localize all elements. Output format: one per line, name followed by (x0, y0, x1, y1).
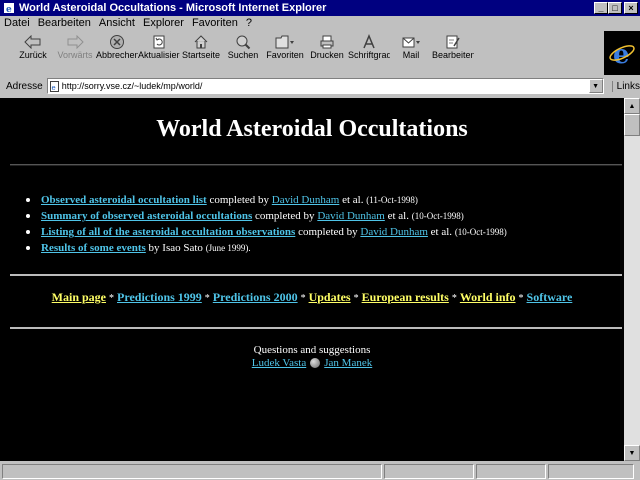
menu-datei[interactable]: Datei (4, 17, 30, 29)
mail-ball-icon (310, 358, 321, 369)
author-link[interactable]: David Dunham (317, 210, 385, 222)
date: (11-Oct-1998) (366, 195, 418, 205)
svg-text:e: e (51, 84, 55, 92)
status-cell (476, 463, 546, 479)
forward-button[interactable]: Vorwärts (54, 31, 96, 75)
bullet (26, 214, 30, 219)
vertical-scrollbar[interactable]: ▲ ▼ (624, 98, 640, 461)
list-item: Observed asteroidal occultation list com… (26, 192, 507, 208)
links-button[interactable]: Links (611, 80, 640, 92)
divider (10, 274, 622, 276)
address-input[interactable] (59, 81, 590, 91)
nav-european-results[interactable]: European results (362, 290, 449, 304)
contact-link-ludek[interactable]: Ludek Vasta (252, 357, 306, 369)
scroll-thumb[interactable] (624, 114, 640, 136)
mail-icon (401, 33, 421, 51)
refresh-icon (149, 33, 169, 51)
home-icon (191, 33, 211, 51)
back-button[interactable]: Zurück (12, 31, 54, 75)
occultation-links-list: Observed asteroidal occultation list com… (26, 192, 507, 256)
favorites-button[interactable]: Favoriten (264, 31, 306, 75)
menu-help[interactable]: ? (246, 17, 252, 29)
address-dropdown-button[interactable]: ▼ (588, 79, 603, 93)
refresh-button[interactable]: Aktualisieren (138, 31, 180, 75)
ie-page-icon: e (2, 1, 16, 15)
nav-updates[interactable]: Updates (309, 290, 351, 304)
page-icon: e (49, 81, 60, 92)
footer: Questions and suggestions Ludek Vasta Jan… (0, 344, 624, 369)
print-button[interactable]: Drucken (306, 31, 348, 75)
nav-software[interactable]: Software (527, 290, 573, 304)
status-cell (548, 463, 634, 479)
close-button[interactable]: × (624, 2, 638, 14)
nav-predictions-1999[interactable]: Predictions 1999 (117, 290, 202, 304)
page-content: World Asteroidal Occultations Observed a… (0, 98, 624, 461)
menu-ansicht[interactable]: Ansicht (99, 17, 135, 29)
bullet (26, 230, 30, 235)
author-link[interactable]: David Dunham (272, 194, 340, 206)
printer-icon (317, 33, 337, 51)
results-link[interactable]: Results of some events (41, 242, 146, 254)
scroll-up-button[interactable]: ▲ (624, 98, 640, 114)
address-bar: Adresse e ▼ Links (0, 76, 640, 96)
author-link[interactable]: David Dunham (360, 226, 428, 238)
search-button[interactable]: Suchen (222, 31, 264, 75)
address-label: Adresse (6, 80, 43, 92)
back-arrow-icon (23, 33, 43, 51)
status-cell (2, 463, 382, 479)
listing-link[interactable]: Listing of all of the asteroidal occulta… (41, 226, 295, 238)
minimize-button[interactable]: _ (594, 2, 608, 14)
nav-world-info[interactable]: World info (460, 290, 516, 304)
date: (10-Oct-1998) (411, 211, 464, 221)
nav-main-page[interactable]: Main page (52, 290, 106, 304)
menu-bar: Datei Bearbeiten Ansicht Explorer Favori… (0, 16, 608, 30)
mail-button[interactable]: Mail (390, 31, 432, 75)
summary-link[interactable]: Summary of observed asteroidal occultati… (41, 210, 252, 222)
date: (June 1999). (205, 243, 251, 253)
address-field[interactable]: e ▼ (46, 78, 604, 94)
window-title: World Asteroidal Occultations - Microsof… (19, 2, 327, 14)
divider (10, 164, 622, 166)
menu-bearbeiten[interactable]: Bearbeiten (38, 17, 91, 29)
font-size-icon (359, 33, 379, 51)
list-item: Results of some events by Isao Sato (Jun… (26, 240, 507, 256)
menu-favoriten[interactable]: Favoriten (192, 17, 238, 29)
list-item: Listing of all of the asteroidal occulta… (26, 224, 507, 240)
favorites-folder-icon (275, 33, 295, 51)
status-cell (384, 463, 474, 479)
edit-page-icon (443, 33, 463, 51)
title-bar: e World Asteroidal Occultations - Micros… (0, 0, 640, 16)
bullet (26, 198, 30, 203)
stop-button[interactable]: Abbrechen (96, 31, 138, 75)
list-item: Summary of observed asteroidal occultati… (26, 208, 507, 224)
forward-arrow-icon (65, 33, 85, 51)
nav-predictions-2000[interactable]: Predictions 2000 (213, 290, 298, 304)
divider (10, 327, 622, 329)
maximize-button[interactable]: □ (608, 2, 622, 14)
ie-logo: e (604, 31, 640, 75)
contact-link-jan[interactable]: Jan Manek (324, 357, 372, 369)
status-bar (0, 462, 640, 480)
page-title: World Asteroidal Occultations (156, 116, 468, 142)
stop-icon (107, 33, 127, 51)
observed-list-link[interactable]: Observed asteroidal occultation list (41, 194, 207, 206)
contact-label: Questions and suggestions (253, 344, 371, 356)
date: (10-Oct-1998) (454, 227, 507, 237)
scroll-down-button[interactable]: ▼ (624, 445, 640, 461)
menu-explorer[interactable]: Explorer (143, 17, 184, 29)
font-size-button[interactable]: Schriftgrad (348, 31, 390, 75)
search-globe-icon (233, 33, 253, 51)
home-button[interactable]: Startseite (180, 31, 222, 75)
edit-button[interactable]: Bearbeiten (432, 31, 474, 75)
svg-text:e: e (613, 40, 630, 68)
svg-text:e: e (6, 5, 12, 14)
site-navigation: Main page * Predictions 1999 * Predictions 2… (51, 290, 573, 304)
toolbar: Zurück Vorwärts Abbrechen Aktualisieren … (0, 31, 604, 75)
bullet (26, 246, 30, 251)
